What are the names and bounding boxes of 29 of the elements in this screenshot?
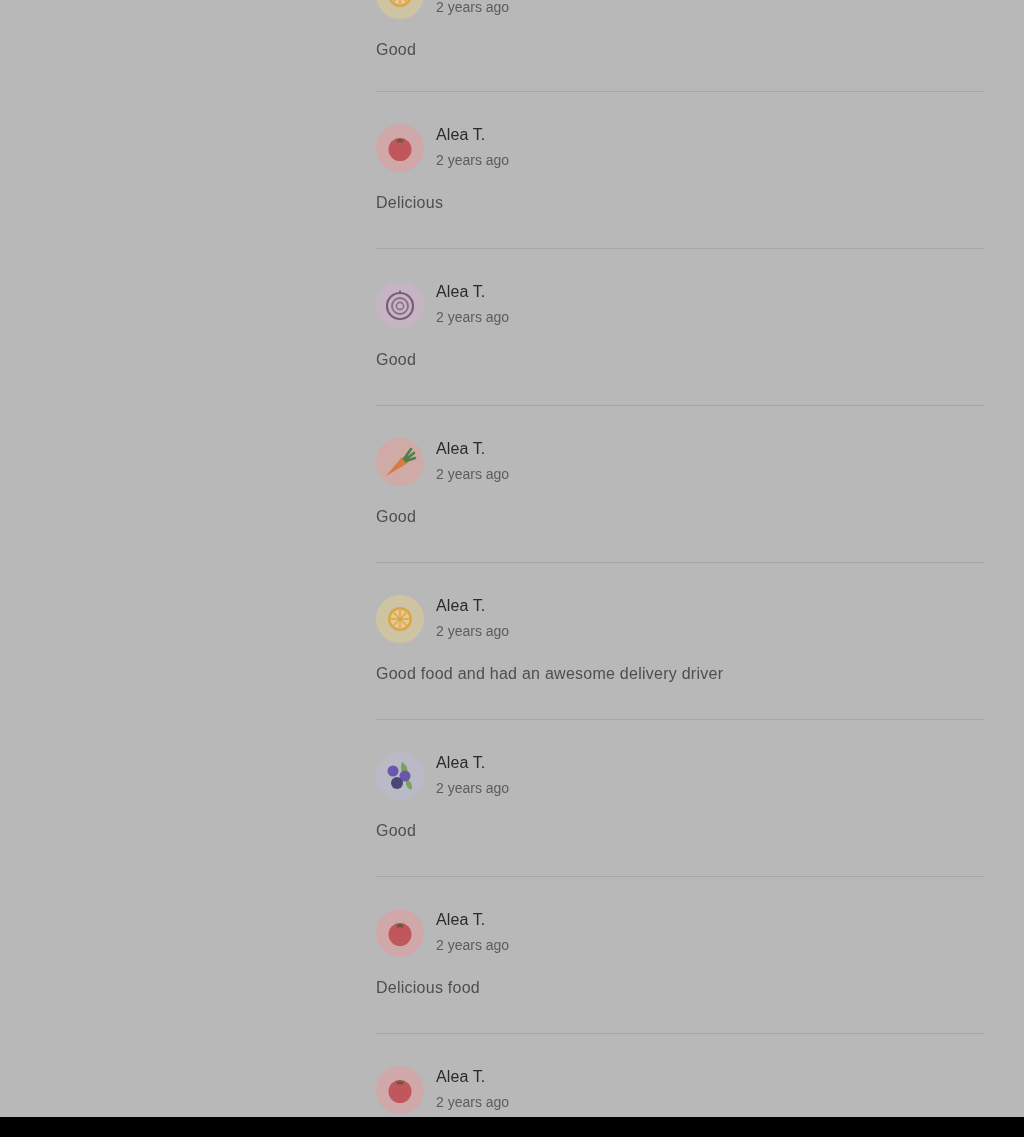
tomato-icon — [376, 1066, 424, 1114]
citrus-slice-icon — [376, 595, 424, 643]
review-time: 2 years ago — [436, 467, 510, 482]
review-text: Good — [376, 40, 418, 60]
review-time: 2 years ago — [436, 781, 510, 796]
carrot-icon — [376, 438, 424, 486]
review-time: 2 years ago — [436, 938, 510, 953]
blueberries-icon — [376, 752, 424, 800]
author-name: Alea T. — [436, 596, 487, 616]
review-text: Good food and had an awesome delivery driver — [376, 664, 725, 684]
review-text: Delicious food — [376, 978, 481, 998]
author-name: Alea T. — [436, 282, 487, 302]
author-name: Alea T. — [436, 910, 487, 930]
tomato-icon — [376, 124, 424, 172]
review-time: 2 years ago — [436, 310, 510, 325]
review-text: Delicious — [376, 193, 445, 213]
review-text: Good — [376, 507, 418, 527]
review-time: 2 years ago — [436, 153, 510, 168]
review-time: 2 years ago — [436, 624, 510, 639]
author-name: Alea T. — [436, 753, 487, 773]
review-text: Good — [376, 821, 418, 841]
review-time: 2 years ago — [436, 1095, 510, 1110]
author-name: Alea T. — [436, 1067, 487, 1087]
review-text: Good — [376, 350, 418, 370]
onion-icon — [376, 281, 424, 329]
author-name: Alea T. — [436, 125, 487, 145]
review-time: 2 years ago — [436, 0, 510, 15]
tomato-icon — [376, 909, 424, 957]
author-name: Alea T. — [436, 439, 487, 459]
